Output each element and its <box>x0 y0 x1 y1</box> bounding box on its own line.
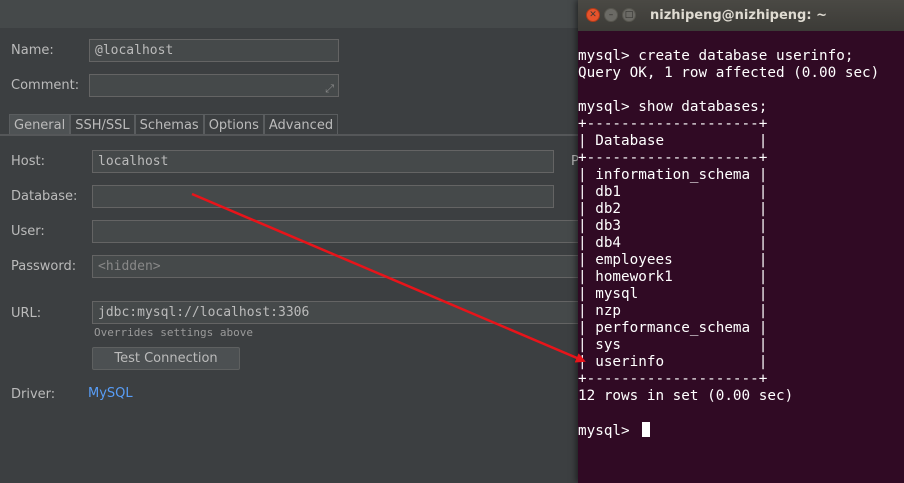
url-input[interactable]: jdbc:mysql://localhost:3306 <box>92 301 592 324</box>
name-label: Name: <box>11 43 54 58</box>
terminal-titlebar[interactable]: ✕ – □ nizhipeng@nizhipeng: ~ <box>578 0 904 31</box>
terminal-title: nizhipeng@nizhipeng: ~ <box>650 8 827 23</box>
user-label: User: <box>11 224 45 239</box>
terminal-cursor <box>642 422 651 437</box>
terminal-line: | nzp | <box>578 303 768 319</box>
maximize-icon[interactable]: □ <box>622 8 636 22</box>
minimize-icon[interactable]: – <box>604 8 618 22</box>
terminal-line: | performance_schema | <box>578 320 768 336</box>
terminal-line: | db3 | <box>578 218 768 234</box>
terminal-line: | mysql | <box>578 286 768 302</box>
settings-tabs: General SSH/SSL Schemas Options Advanced <box>9 114 339 135</box>
terminal-line: | employees | <box>578 252 768 268</box>
database-input[interactable] <box>92 185 554 208</box>
terminal-line: | information_schema | <box>578 167 768 183</box>
expand-icon[interactable]: ⤢ <box>325 78 334 96</box>
database-label: Database: <box>11 189 78 204</box>
comment-label: Comment: <box>11 78 80 93</box>
tab-general[interactable]: General <box>9 114 71 135</box>
driver-label: Driver: <box>11 387 56 402</box>
tab-ssh-ssl[interactable]: SSH/SSL <box>70 114 135 135</box>
terminal-line: 12 rows in set (0.00 sec) <box>578 388 794 404</box>
terminal-line: | homework1 | <box>578 269 768 285</box>
password-input[interactable]: <hidden> <box>92 255 592 278</box>
terminal-line: +--------------------+ <box>578 371 768 387</box>
terminal-line: | userinfo | <box>578 354 768 370</box>
comment-input[interactable]: ⤢ <box>89 74 339 97</box>
user-input[interactable] <box>92 220 592 243</box>
terminal-line: | db2 | <box>578 201 768 217</box>
tab-options[interactable]: Options <box>203 114 264 135</box>
close-icon[interactable]: ✕ <box>586 8 600 22</box>
tab-schemas[interactable]: Schemas <box>134 114 204 135</box>
url-hint: Overrides settings above <box>94 326 253 339</box>
test-connection-button[interactable]: Test Connection <box>92 347 240 370</box>
terminal-line: mysql> <box>578 422 651 440</box>
terminal-line: | db4 | <box>578 235 768 251</box>
terminal-line: mysql> create database userinfo; <box>578 48 854 64</box>
terminal-line: +--------------------+ <box>578 150 768 166</box>
host-input[interactable]: localhost <box>92 150 554 173</box>
host-label: Host: <box>11 154 45 169</box>
terminal-line: mysql> show databases; <box>578 99 768 115</box>
url-label: URL: <box>11 306 42 321</box>
driver-link[interactable]: MySQL <box>88 386 133 401</box>
terminal-line: | sys | <box>578 337 768 353</box>
terminal-window[interactable]: ✕ – □ nizhipeng@nizhipeng: ~ mysql> crea… <box>578 0 904 483</box>
terminal-line: Query OK, 1 row affected (0.00 sec) <box>578 65 880 81</box>
terminal-line: | Database | <box>578 133 768 149</box>
tab-advanced[interactable]: Advanced <box>263 114 339 135</box>
terminal-line: | db1 | <box>578 184 768 200</box>
terminal-line: +--------------------+ <box>578 116 768 132</box>
name-input[interactable]: @localhost <box>89 39 339 62</box>
password-label: Password: <box>11 259 77 274</box>
